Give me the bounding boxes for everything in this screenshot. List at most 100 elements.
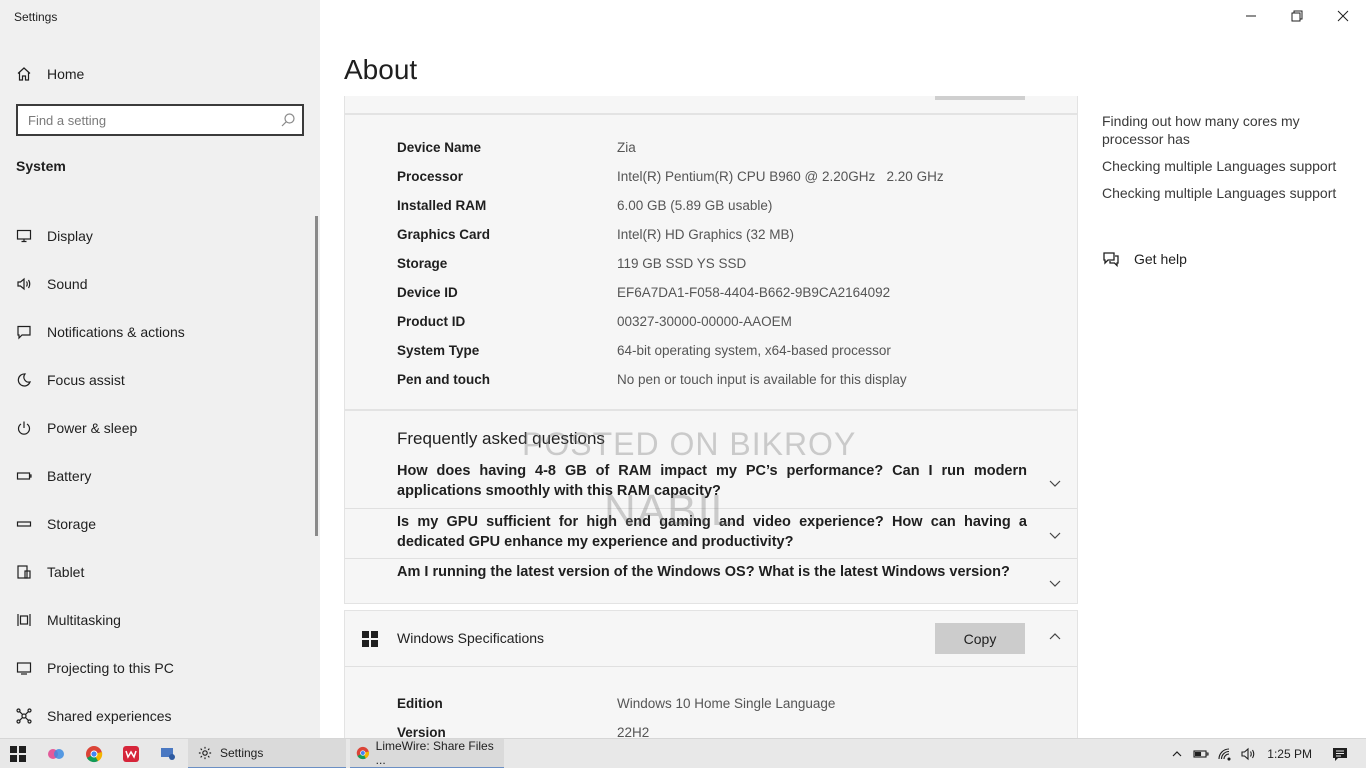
chrome-icon [356,746,370,760]
spec-label: Version [397,724,446,739]
sidebar-item-multitasking[interactable]: Multitasking [16,596,306,644]
sidebar-item-sound[interactable]: Sound [16,260,306,308]
spec-row: Processor Intel(R) Pentium(R) CPU B960 @ … [397,166,944,186]
spec-value: 22H2 [617,724,650,739]
windows-start-icon [10,746,26,762]
related-link[interactable]: Finding out how many cores my processor … [1102,112,1352,148]
spec-value: Windows 10 Home Single Language [617,695,836,711]
minimize-icon [1246,15,1256,17]
spec-label: Device ID [397,284,458,300]
sidebar-item-tablet[interactable]: Tablet [16,548,306,596]
search-box[interactable] [16,104,304,136]
stub-button[interactable] [935,96,1025,100]
chrome-taskbar-button[interactable] [84,744,104,764]
power-icon [16,420,32,436]
chevron-up-icon [1172,751,1182,757]
shared-experiences-icon [16,708,32,724]
faq-question: Am I running the latest version of the W… [397,564,1010,580]
spec-value: 119 GB SSD YS SSD [617,255,747,271]
sidebar-item-battery[interactable]: Battery [16,452,306,500]
copilot-taskbar-button[interactable] [46,744,66,764]
sound-icon [16,276,32,292]
sidebar-item-label: Multitasking [47,612,121,628]
battery-tray-button[interactable] [1189,739,1213,768]
sidebar-item-shared-experiences[interactable]: Shared experiences [16,692,306,740]
search-icon[interactable] [280,112,296,128]
spec-value: EF6A7DA1-F058-4404-B662-9B9CA2164092 [617,284,891,300]
wifi-icon [1218,748,1231,761]
show-hidden-icons-button[interactable] [1165,739,1189,768]
related-link[interactable]: Checking multiple Languages support [1102,184,1352,202]
faq-card: Frequently asked questions How does havi… [344,410,1078,604]
sidebar-item-label: Focus assist [47,372,125,388]
chevron-down-icon [1049,580,1061,587]
wps-taskbar-button[interactable] [121,744,141,764]
home-icon [16,66,32,82]
sidebar-item-label: Notifications & actions [47,324,185,340]
taskbar-app-limewire[interactable]: LimeWire: Share Files ... [350,739,504,768]
start-button[interactable] [8,744,28,764]
spec-value: 64-bit operating system, x64-based proce… [617,342,891,358]
chevron-up-icon[interactable] [1047,629,1063,645]
clock[interactable]: 1:25 PM [1267,747,1312,761]
multitasking-icon [16,612,32,628]
taskbar-app-settings[interactable]: Settings [188,739,346,768]
sidebar-item-notifications[interactable]: Notifications & actions [16,308,306,356]
restore-button[interactable] [1274,0,1320,32]
spec-label: System Type [397,342,480,358]
tablet-icon [16,564,32,580]
chrome-icon [86,746,103,763]
spec-row: Device Name Zia [397,137,636,157]
sidebar-item-storage[interactable]: Storage [16,500,306,548]
sidebar-item-projecting[interactable]: Projecting to this PC [16,644,306,692]
help-chat-icon [1103,252,1119,268]
minimize-button[interactable] [1228,0,1274,32]
faq-question: How does having 4-8 GB of RAM impact my … [397,463,1027,499]
spec-value: No pen or touch input is available for t… [617,371,907,387]
related-link[interactable]: Checking multiple Languages support [1102,157,1352,175]
faq-title: Frequently asked questions [397,429,605,448]
restore-icon [1291,10,1303,22]
spec-value: 00327-30000-00000-AAOEM [617,313,792,329]
sidebar-item-home[interactable]: Home [16,62,84,86]
sidebar: Settings Home System Display Sound [0,0,320,738]
notifications-icon [1333,748,1347,761]
sidebar-item-display[interactable]: Display [16,212,306,260]
wps-office-icon [123,746,139,762]
user-accounts-taskbar-button[interactable] [158,744,178,764]
close-button[interactable] [1320,0,1366,32]
storage-icon [16,516,32,532]
sidebar-item-label: Home [47,66,85,82]
action-center-button[interactable] [1328,739,1352,768]
search-input[interactable] [28,112,268,128]
faq-item[interactable]: Am I running the latest version of the W… [345,559,1077,604]
sidebar-item-focus-assist[interactable]: Focus assist [16,356,306,404]
gear-icon [198,746,212,760]
spec-row: Device ID EF6A7DA1-F058-4404-B662-9B9CA21… [397,282,890,302]
windows-specifications-title: Windows Specifications [397,630,545,646]
app-title: Settings [14,10,58,24]
volume-tray-button[interactable] [1237,739,1261,768]
sidebar-item-label: Tablet [47,564,85,580]
sidebar-item-power-sleep[interactable]: Power & sleep [16,404,306,452]
spec-label: Device Name [397,139,482,155]
faq-item[interactable]: How does having 4-8 GB of RAM impact my … [345,457,1077,509]
network-tray-button[interactable] [1213,739,1237,768]
spec-row: Product ID 00327-30000-00000-AAOEM [397,311,792,331]
copy-button[interactable]: Copy [935,623,1025,654]
windows-specifications-header[interactable]: Windows Specifications Copy [345,611,1077,667]
sidebar-item-label: Power & sleep [47,420,138,436]
sidebar-nav: Display Sound Notifications & actions Fo… [16,212,306,740]
spec-label: Installed RAM [397,197,487,213]
get-help-link[interactable]: Get help [1102,250,1187,268]
settings-window: Settings Home System Display Sound [0,0,1366,768]
battery-icon [16,468,32,484]
spec-value: Intel(R) HD Graphics (32 MB) [617,226,795,242]
sidebar-scrollbar[interactable] [315,216,318,536]
get-help-label: Get help [1134,251,1187,267]
projecting-icon [16,660,32,676]
faq-item[interactable]: Is my GPU sufficient for high end gaming… [345,509,1077,559]
display-icon [16,228,32,244]
sidebar-item-label: Display [47,228,93,244]
taskbar-app-label: LimeWire: Share Files ... [375,739,494,767]
